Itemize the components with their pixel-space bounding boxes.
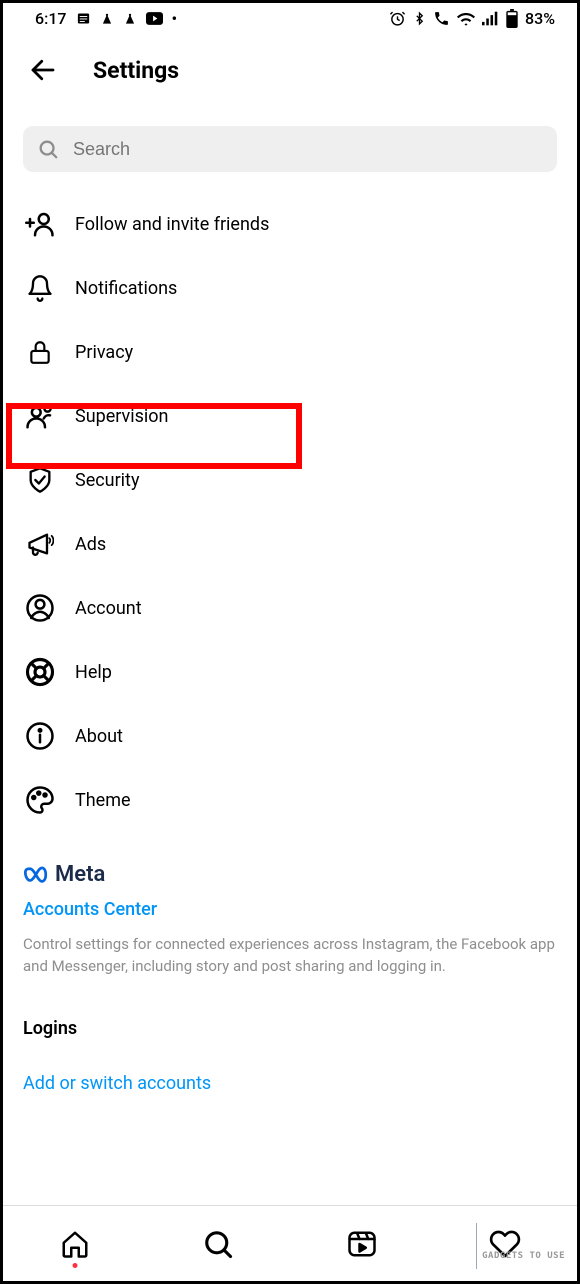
account-icon xyxy=(23,591,57,625)
item-privacy[interactable]: Privacy xyxy=(3,320,577,384)
search-icon xyxy=(203,1229,233,1259)
search-container xyxy=(3,100,577,182)
nav-home[interactable] xyxy=(55,1224,95,1264)
youtube-icon xyxy=(146,12,163,25)
megaphone-icon xyxy=(23,527,57,561)
dot-icon: • xyxy=(172,9,178,28)
item-label: About xyxy=(75,726,123,747)
palette-icon xyxy=(23,783,57,817)
meta-description: Control settings for connected experienc… xyxy=(23,934,557,978)
item-label: Notifications xyxy=(75,278,177,299)
header: Settings xyxy=(3,32,577,100)
meta-infinity-icon xyxy=(23,865,51,885)
logins-title: Logins xyxy=(23,1018,557,1039)
lifebuoy-icon xyxy=(23,655,57,689)
bluetooth-icon xyxy=(413,10,426,27)
settings-list: Follow and invite friends Notifications … xyxy=(3,182,577,832)
status-left: 6:17 • xyxy=(35,9,177,28)
item-label: Help xyxy=(75,662,112,683)
battery-icon xyxy=(506,9,518,28)
signal-icon xyxy=(482,11,499,26)
lock-icon xyxy=(23,335,57,369)
item-label: Privacy xyxy=(75,342,133,363)
watermark: GADGETS TO USE xyxy=(482,1251,565,1261)
meta-brand-text: Meta xyxy=(55,862,105,887)
item-label: Ads xyxy=(75,534,106,555)
watermark-line xyxy=(476,1223,477,1269)
item-label: Theme xyxy=(75,790,131,811)
arrow-left-icon xyxy=(28,55,58,85)
search-icon xyxy=(37,138,59,160)
status-time: 6:17 xyxy=(35,9,67,28)
reels-icon xyxy=(347,1229,377,1259)
follow-invite-icon xyxy=(23,207,57,241)
item-follow-invite[interactable]: Follow and invite friends xyxy=(3,192,577,256)
alarm-icon xyxy=(389,10,406,27)
item-notifications[interactable]: Notifications xyxy=(3,256,577,320)
phone-icon xyxy=(433,10,450,27)
item-label: Supervision xyxy=(75,406,169,427)
wifi-icon xyxy=(457,12,475,26)
status-bar: 6:17 • 83% xyxy=(3,3,577,32)
item-help[interactable]: Help xyxy=(3,640,577,704)
status-right: 83% xyxy=(389,9,555,28)
bell-icon xyxy=(23,271,57,305)
battery-percent: 83% xyxy=(525,9,555,28)
meta-logo: Meta xyxy=(23,862,557,887)
item-security[interactable]: Security xyxy=(3,448,577,512)
item-label: Security xyxy=(75,470,139,491)
bottom-nav xyxy=(3,1205,577,1281)
item-theme[interactable]: Theme xyxy=(3,768,577,832)
home-icon xyxy=(60,1229,90,1259)
item-ads[interactable]: Ads xyxy=(3,512,577,576)
info-icon xyxy=(23,719,57,753)
accounts-center-link[interactable]: Accounts Center xyxy=(23,899,557,920)
item-label: Follow and invite friends xyxy=(75,214,269,235)
back-button[interactable] xyxy=(23,50,63,90)
item-label: Account xyxy=(75,598,142,619)
person-icon-2 xyxy=(123,12,137,26)
meta-section: Meta Accounts Center Control settings fo… xyxy=(3,832,577,988)
notif-icon xyxy=(76,11,91,26)
page-title: Settings xyxy=(93,57,179,84)
nav-reels[interactable] xyxy=(342,1224,382,1264)
search-bar[interactable] xyxy=(23,126,557,172)
search-input[interactable] xyxy=(73,139,543,160)
item-supervision[interactable]: Supervision xyxy=(3,384,577,448)
nav-search[interactable] xyxy=(198,1224,238,1264)
supervision-icon xyxy=(23,399,57,433)
home-notification-dot xyxy=(72,1263,77,1268)
add-switch-accounts-link[interactable]: Add or switch accounts xyxy=(23,1073,557,1094)
item-about[interactable]: About xyxy=(3,704,577,768)
logins-section: Logins Add or switch accounts xyxy=(3,988,577,1104)
item-account[interactable]: Account xyxy=(3,576,577,640)
shield-icon xyxy=(23,463,57,497)
person-icon-1 xyxy=(100,12,114,26)
